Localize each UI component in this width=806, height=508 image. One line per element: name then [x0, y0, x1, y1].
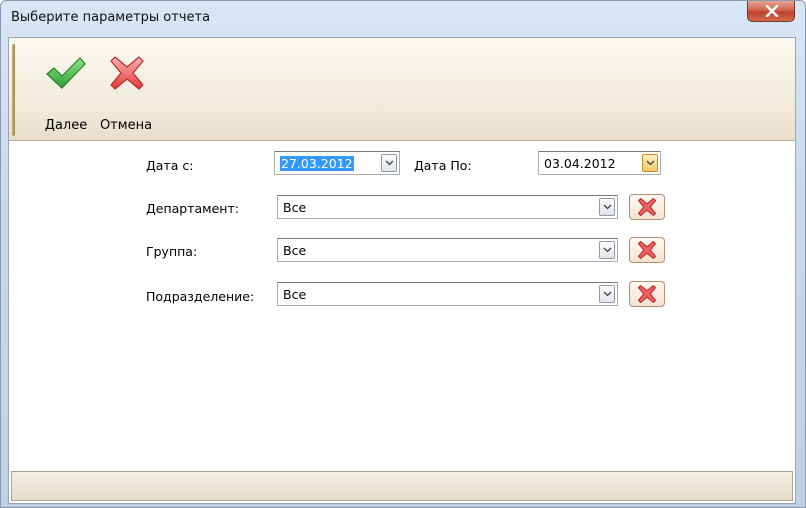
date-from-field[interactable]: 27.03.2012	[274, 151, 400, 175]
date-from-label: Дата с:	[146, 158, 194, 173]
dialog-client: Далее Отмена Дата с: 27.03.2012 Дата По:…	[8, 37, 796, 504]
close-icon	[765, 5, 779, 17]
date-to-value: 03.04.2012	[544, 156, 616, 171]
clear-x-icon	[638, 241, 656, 259]
group-clear-button[interactable]	[629, 237, 665, 263]
cancel-label: Отмена	[99, 118, 153, 133]
date-from-dropdown-button[interactable]	[381, 154, 397, 172]
group-label: Группа:	[146, 244, 198, 259]
title-bar[interactable]: Выберите параметры отчета	[1, 1, 805, 37]
group-value: Все	[283, 243, 307, 258]
dialog-window: Выберите параметры отчета Далее Отмена Д…	[0, 0, 806, 508]
subdivision-select[interactable]: Все	[277, 282, 618, 306]
subdivision-label: Подразделение:	[146, 289, 255, 304]
cancel-button[interactable]: Отмена	[93, 46, 159, 136]
subdivision-dropdown-button[interactable]	[599, 285, 615, 303]
date-to-field[interactable]: 03.04.2012	[538, 151, 661, 175]
department-clear-button[interactable]	[629, 194, 665, 220]
subdivision-value: Все	[283, 287, 307, 302]
cancel-x-icon	[110, 56, 144, 90]
date-to-dropdown-button[interactable]	[642, 154, 658, 172]
checkmark-icon	[46, 57, 86, 89]
department-select[interactable]: Все	[277, 195, 618, 219]
group-select[interactable]: Все	[277, 238, 618, 262]
clear-x-icon	[638, 285, 656, 303]
chevron-down-icon	[603, 291, 612, 297]
date-to-label: Дата По:	[414, 158, 472, 173]
next-button[interactable]: Далее	[39, 46, 93, 136]
chevron-down-icon	[385, 160, 394, 166]
subdivision-clear-button[interactable]	[629, 281, 665, 307]
next-label: Далее	[44, 118, 88, 133]
chevron-down-icon	[603, 247, 612, 253]
date-from-value: 27.03.2012	[280, 156, 354, 171]
group-dropdown-button[interactable]	[599, 241, 615, 259]
department-dropdown-button[interactable]	[599, 198, 615, 216]
toolbar-grip[interactable]	[12, 44, 15, 136]
department-label: Департамент:	[146, 201, 239, 216]
status-bar	[11, 471, 793, 501]
chevron-down-icon	[603, 204, 612, 210]
clear-x-icon	[638, 198, 656, 216]
chevron-down-icon	[646, 160, 655, 166]
close-button[interactable]	[747, 1, 795, 22]
department-value: Все	[283, 200, 307, 215]
window-title: Выберите параметры отчета	[11, 10, 211, 25]
toolbar: Далее Отмена	[9, 38, 795, 141]
